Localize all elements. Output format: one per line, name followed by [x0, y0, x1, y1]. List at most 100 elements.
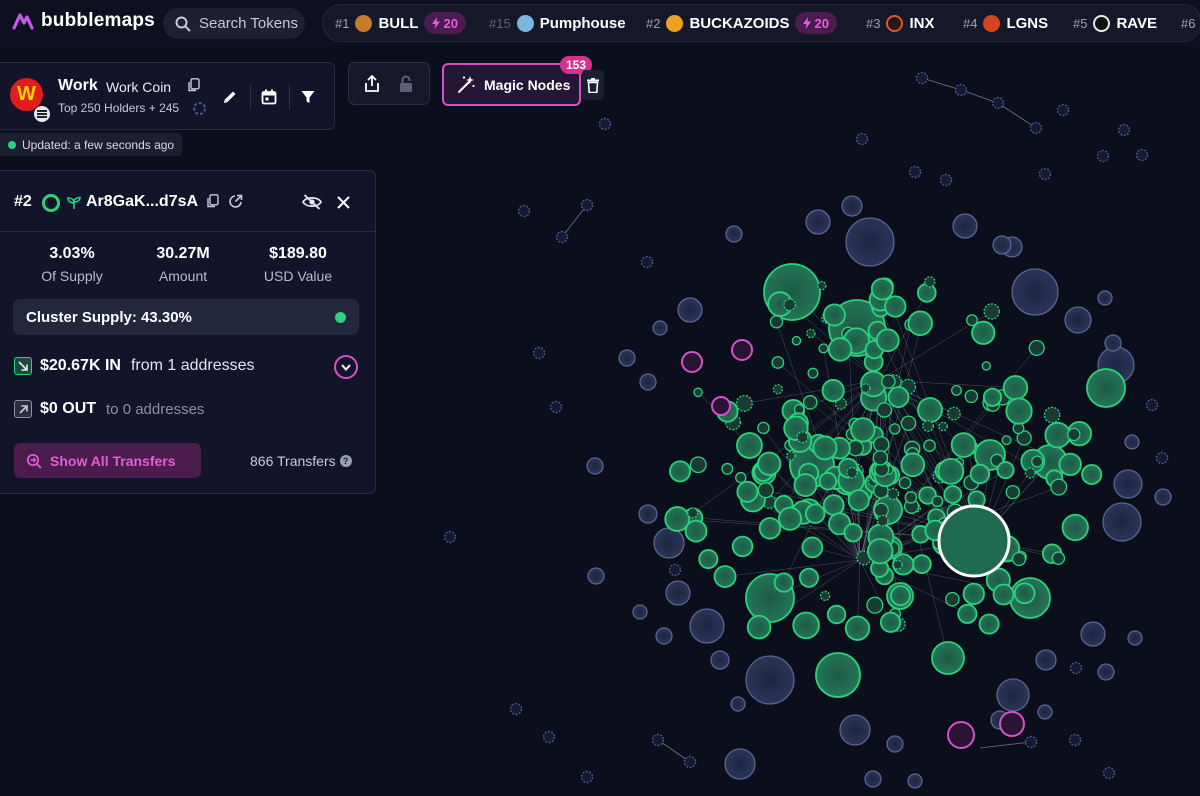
holder-bubble[interactable] [1024, 467, 1036, 479]
holder-bubble[interactable] [845, 217, 895, 267]
holder-bubble[interactable] [1005, 397, 1033, 425]
holder-bubble[interactable] [841, 195, 863, 217]
holder-bubble[interactable] [1029, 121, 1043, 135]
holder-bubble[interactable] [802, 395, 818, 410]
holder-bubble[interactable] [884, 295, 907, 318]
holder-bubbles[interactable] [443, 71, 1172, 789]
holder-bubble[interactable] [1044, 421, 1071, 449]
trending-token-2[interactable]: #15 Pumphouse [489, 5, 626, 41]
holder-bubble[interactable] [746, 614, 772, 640]
holder-bubble[interactable] [847, 489, 870, 512]
holder-bubble[interactable] [735, 394, 753, 412]
holder-bubble[interactable] [887, 386, 910, 408]
holder-bubble[interactable] [1154, 488, 1172, 506]
holder-bubble[interactable] [1096, 149, 1110, 163]
holder-bubble[interactable] [1104, 334, 1122, 352]
holder-bubble[interactable] [786, 450, 796, 461]
holder-bubble[interactable] [1001, 435, 1012, 446]
holder-bubble[interactable] [818, 343, 829, 354]
holder-bubble[interactable] [1050, 478, 1068, 496]
holder-bubble[interactable] [655, 627, 673, 645]
holder-bubble[interactable] [772, 384, 783, 395]
holder-bubble[interactable] [924, 276, 936, 288]
holder-bubble[interactable] [922, 420, 935, 432]
holder-bubble[interactable] [821, 379, 845, 403]
holder-bubble[interactable] [783, 298, 796, 312]
filter-icon[interactable] [295, 84, 321, 110]
holder-bubble[interactable] [876, 402, 893, 418]
holder-bubble[interactable] [736, 480, 759, 503]
holder-bubble[interactable] [724, 748, 756, 780]
holder-bubble[interactable] [943, 485, 963, 504]
holder-bubble[interactable] [640, 255, 654, 269]
holder-bubble[interactable] [669, 460, 692, 483]
holder-bubble[interactable] [1013, 582, 1036, 605]
hide-eye-icon[interactable] [299, 189, 325, 215]
holder-bubble[interactable] [651, 733, 665, 747]
holder-bubble[interactable] [844, 615, 871, 641]
show-all-transfers-button[interactable]: Show All Transfers [14, 443, 201, 478]
holder-bubble[interactable] [1113, 469, 1143, 499]
holder-bubble[interactable] [777, 506, 803, 531]
contract-bubble[interactable] [681, 351, 703, 373]
holder-bubble[interactable] [872, 450, 889, 466]
holder-bubble[interactable] [580, 198, 594, 212]
holder-bubble[interactable] [1011, 551, 1027, 567]
holder-bubble[interactable] [1102, 766, 1116, 780]
holder-bubble[interactable] [1011, 268, 1059, 316]
holder-bubble[interactable] [517, 204, 531, 218]
trending-token-4[interactable]: #3 INX [866, 5, 934, 41]
holder-bubble[interactable] [1127, 630, 1143, 646]
holder-bubble[interactable] [1005, 484, 1020, 500]
holder-bubble[interactable] [876, 514, 889, 527]
holder-bubble[interactable] [804, 503, 826, 524]
holder-bubble[interactable] [1061, 513, 1089, 542]
holder-bubble[interactable] [735, 471, 747, 484]
holder-bubble[interactable] [1086, 368, 1126, 408]
holder-bubble[interactable] [1155, 451, 1169, 465]
holder-bubble[interactable] [791, 335, 802, 346]
holder-bubble[interactable] [710, 650, 730, 670]
holder-bubble[interactable] [855, 132, 869, 146]
holder-bubble[interactable] [443, 530, 457, 544]
holder-bubble[interactable] [1035, 649, 1057, 671]
holder-bubble[interactable] [815, 652, 861, 698]
holder-bubble[interactable] [653, 527, 685, 559]
holder-bubble[interactable] [931, 641, 965, 675]
contract-bubble[interactable] [711, 396, 731, 416]
contract-bubble[interactable] [947, 721, 975, 749]
holder-bubble[interactable] [1038, 167, 1052, 181]
holder-bubble[interactable] [983, 303, 1000, 320]
holder-bubble[interactable] [665, 580, 691, 606]
holder-bubble[interactable] [996, 678, 1030, 712]
holder-bubble[interactable] [677, 297, 703, 323]
holder-bubble[interactable] [843, 523, 863, 543]
holder-bubble[interactable] [806, 328, 816, 339]
trending-token-5[interactable]: #4 LGNS [963, 5, 1048, 41]
holder-bubble[interactable] [900, 415, 917, 431]
holder-bubble[interactable] [693, 387, 703, 398]
holder-bubble[interactable] [618, 349, 636, 367]
holder-bubble[interactable] [598, 117, 612, 131]
holder-bubble[interactable] [1069, 661, 1083, 675]
holder-bubble[interactable] [964, 389, 979, 404]
help-icon[interactable]: ? [339, 455, 352, 467]
holder-bubble[interactable] [892, 559, 903, 570]
holder-bubble[interactable] [683, 755, 697, 769]
holder-bubble[interactable] [1056, 103, 1070, 117]
holder-bubble[interactable] [954, 83, 968, 97]
holder-bubble[interactable] [879, 611, 902, 633]
magic-nodes-button[interactable]: Magic Nodes [442, 63, 581, 106]
holder-bubble[interactable] [1051, 551, 1066, 566]
holder-bubble[interactable] [992, 235, 1012, 255]
holder-bubble[interactable] [822, 494, 845, 516]
edit-icon[interactable] [217, 84, 243, 110]
external-link-icon[interactable] [224, 189, 246, 213]
holder-bubble[interactable] [586, 457, 604, 475]
holder-bubble[interactable] [1067, 427, 1081, 442]
holder-bubble[interactable] [549, 400, 563, 414]
holder-bubble[interactable] [822, 303, 846, 327]
holder-bubble[interactable] [639, 373, 657, 391]
holder-bubble[interactable] [509, 702, 523, 716]
holder-bubble[interactable] [1024, 735, 1038, 749]
